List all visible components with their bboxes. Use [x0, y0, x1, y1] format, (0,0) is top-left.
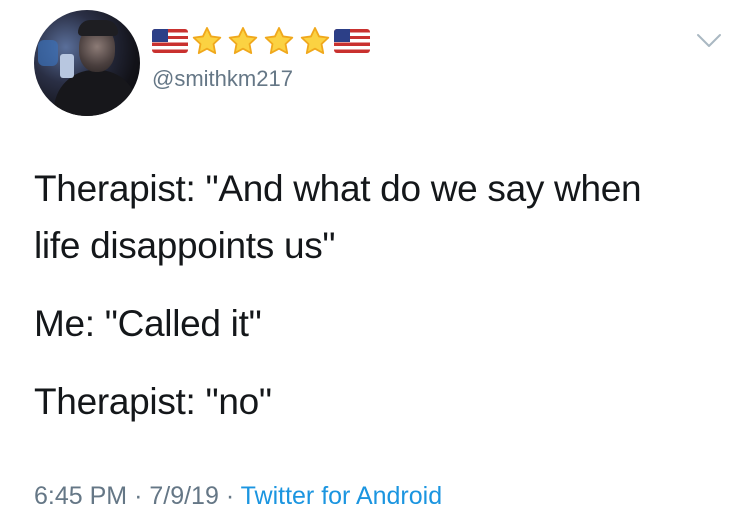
avatar-hat: [78, 20, 118, 36]
avatar-phone: [60, 54, 74, 78]
us-flag-icon: [334, 29, 370, 53]
meta-separator: ·: [134, 482, 143, 510]
tweet-text: Therapist: "And what do we say when life…: [34, 160, 734, 430]
star-icon: [264, 27, 294, 55]
avatar-background-light: [38, 40, 58, 66]
us-flag-icon: [152, 29, 188, 53]
tweet-time[interactable]: 6:45 PM: [34, 482, 127, 510]
tweet-line: Therapist: "no": [34, 381, 272, 422]
avatar[interactable]: [34, 10, 140, 116]
star-icon: [192, 27, 222, 55]
star-icon: [300, 27, 330, 55]
tweet-line: Me: "Called it": [34, 303, 262, 344]
tweet-source-link[interactable]: Twitter for Android: [241, 482, 442, 510]
star-icon: [228, 27, 258, 55]
chevron-down-icon[interactable]: [696, 32, 722, 50]
tweet-line: life disappoints us": [34, 225, 336, 266]
tweet-metadata: 6:45 PM · 7/9/19 · Twitter for Android: [34, 478, 442, 514]
tweet-date[interactable]: 7/9/19: [149, 482, 219, 510]
tweet-line: Therapist: "And what do we say when: [34, 168, 642, 209]
user-handle[interactable]: @smithkm217: [152, 66, 293, 92]
meta-separator: ·: [225, 482, 235, 510]
display-name[interactable]: [152, 26, 370, 56]
